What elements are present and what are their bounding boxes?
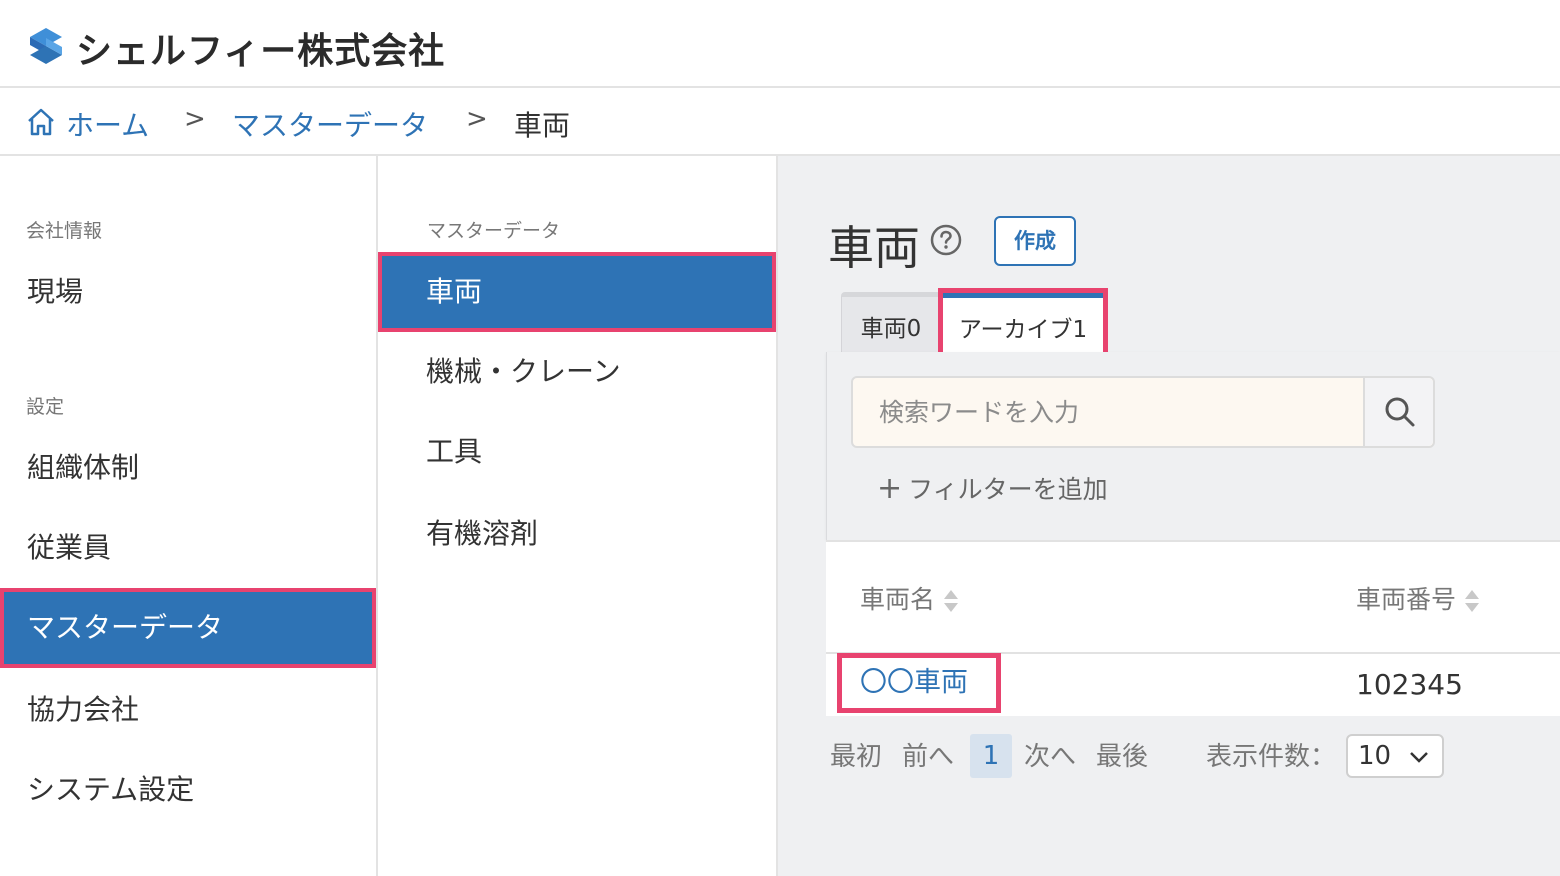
breadcrumb-separator: > (184, 104, 206, 134)
pager-first[interactable]: 最初 (830, 736, 882, 773)
search-area: +フィルターを追加 (826, 352, 1560, 540)
tab-vehicles[interactable]: 車両0 (841, 292, 941, 354)
column-header-vehicle-name[interactable]: 車両名 (860, 580, 959, 616)
sidebar-item-system-settings[interactable]: システム設定 (0, 750, 376, 830)
sort-icon (1465, 590, 1480, 612)
search-box (851, 376, 1435, 448)
breadcrumb: ホーム > マスターデータ > 車両 (0, 88, 1560, 156)
pager-current-page[interactable]: 1 (970, 734, 1012, 778)
breadcrumb-separator: > (466, 104, 488, 134)
page-title: 車両 (828, 221, 920, 275)
main-content: 車両 作成 車両0 アーカイブ1 +フィルターを追加 車両名 (778, 156, 1560, 876)
page-size-value: 10 (1358, 741, 1392, 771)
app-header: シェルフィー株式会社 (0, 0, 1560, 88)
pager-last[interactable]: 最後 (1096, 736, 1148, 773)
list-panel: +フィルターを追加 車両名 車両番号 〇〇車両 102345 (826, 352, 1560, 716)
create-button[interactable]: 作成 (994, 216, 1076, 266)
subnav-item-tools[interactable]: 工具 (378, 412, 776, 492)
search-icon (1385, 397, 1415, 427)
subnav-section-title: マスターデータ (427, 220, 561, 242)
breadcrumb-current: 車両 (514, 109, 571, 142)
home-icon[interactable] (25, 106, 57, 138)
breadcrumb-home[interactable]: ホーム (66, 104, 149, 144)
breadcrumb-master-data[interactable]: マスターデータ (232, 104, 428, 144)
vehicles-table: 車両名 車両番号 〇〇車両 102345 (826, 540, 1560, 716)
sidebar-section-company: 会社情報 (26, 220, 103, 242)
subnav-item-machines-cranes[interactable]: 機械・クレーン (378, 332, 776, 412)
sidebar-item-partners[interactable]: 協力会社 (0, 670, 376, 750)
tab-archive[interactable]: アーカイブ1 (938, 288, 1108, 358)
sidebar-item-site[interactable]: 現場 (0, 252, 376, 332)
sidebar-section-settings: 設定 (26, 396, 65, 418)
question-circle-icon[interactable] (930, 224, 962, 256)
sidebar-item-organization[interactable]: 組織体制 (0, 428, 376, 508)
chevron-down-icon (1410, 752, 1428, 763)
company-name: シェルフィー株式会社 (76, 31, 446, 72)
pager-next[interactable]: 次へ (1024, 736, 1076, 773)
add-filter-label: フィルターを追加 (908, 475, 1108, 504)
vehicle-name-link[interactable]: 〇〇車両 (837, 653, 1001, 713)
sidebar-item-employees[interactable]: 従業員 (0, 508, 376, 588)
pager-prev[interactable]: 前へ (902, 736, 954, 773)
search-input[interactable] (853, 378, 1363, 446)
settings-sidebar: 会社情報 現場 設定 組織体制 従業員 マスターデータ 協力会社 システム設定 (0, 156, 378, 876)
shelfy-logo[interactable] (26, 26, 66, 66)
plus-icon: + (877, 471, 903, 506)
column-header-label: 車両番号 (1356, 585, 1457, 614)
page-size-select[interactable]: 10 (1346, 734, 1444, 778)
column-header-vehicle-number[interactable]: 車両番号 (1356, 580, 1480, 616)
vehicle-number: 102345 (1356, 668, 1463, 701)
sort-icon (944, 590, 959, 612)
subnav-item-organic-solvents[interactable]: 有機溶剤 (378, 494, 776, 574)
sidebar-item-master-data[interactable]: マスターデータ (0, 588, 376, 668)
master-data-subnav: マスターデータ 車両 機械・クレーン 工具 有機溶剤 (378, 156, 778, 876)
subnav-item-vehicles[interactable]: 車両 (378, 252, 776, 332)
add-filter-button[interactable]: + フィルターを追加 (877, 470, 1108, 506)
column-header-label: 車両名 (860, 585, 936, 614)
search-button[interactable] (1363, 378, 1433, 446)
page-size-label: 表示件数： (1206, 742, 1337, 772)
